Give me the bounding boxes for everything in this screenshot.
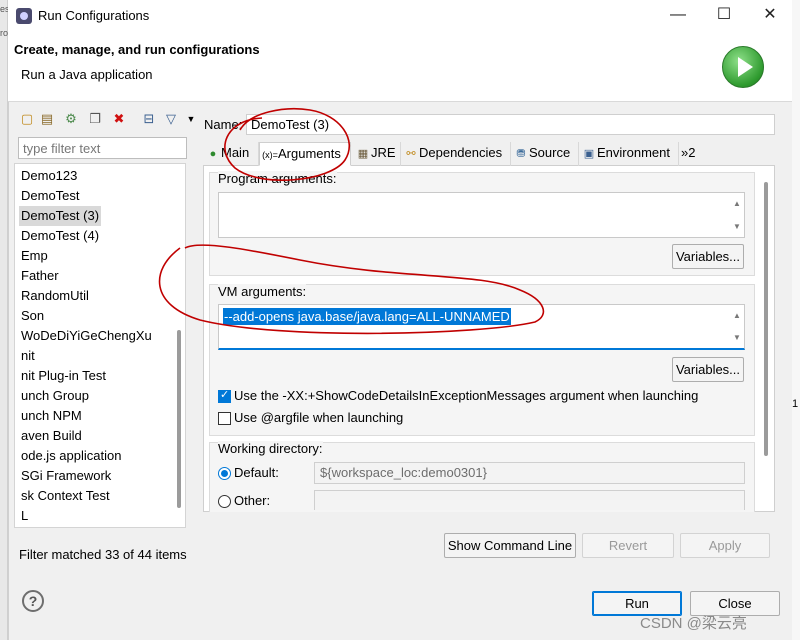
tree-item[interactable]: ode.js application bbox=[21, 446, 121, 466]
tab-label: »2 bbox=[681, 145, 696, 160]
argfile-checkbox-label: Use @argfile when launching bbox=[234, 410, 404, 425]
filter-icon[interactable]: ▽ bbox=[162, 110, 180, 128]
config-tree: Demo123 DemoTest DemoTest (3) DemoTest (4) E… bbox=[14, 163, 186, 528]
maximize-button[interactable]: ☐ bbox=[701, 0, 747, 32]
tree-item[interactable]: sk Context Test bbox=[21, 486, 110, 506]
dependencies-icon: ⚯ bbox=[406, 148, 416, 160]
tab-source[interactable]: ⛃ Source bbox=[511, 142, 579, 166]
name-label: Name: bbox=[204, 117, 243, 132]
other-dir-radio[interactable] bbox=[218, 495, 231, 508]
vm-arguments-scrollbar[interactable]: ▲ ▼ bbox=[730, 305, 744, 348]
default-dir-radio[interactable] bbox=[218, 467, 231, 480]
name-input[interactable]: DemoTest (3) bbox=[246, 114, 775, 135]
background-window-strip: es ro bbox=[0, 0, 10, 640]
duplicate-icon[interactable]: ❐ bbox=[86, 110, 104, 128]
window-title: Run Configurations bbox=[38, 8, 150, 23]
showcode-checkbox-label: Use the -XX:+ShowCodeDetailsInExceptionM… bbox=[234, 388, 699, 403]
vm-arguments-label: VM arguments: bbox=[218, 284, 307, 299]
new-prototype-icon[interactable]: ▤ bbox=[38, 110, 56, 128]
program-variables-button[interactable]: Variables... bbox=[672, 244, 744, 269]
program-arguments-label: Program arguments: bbox=[218, 171, 337, 186]
tree-item[interactable]: Demo123 bbox=[21, 166, 77, 186]
program-arguments-scrollbar[interactable]: ▲ ▼ bbox=[730, 193, 744, 237]
tab-label: Environment bbox=[597, 145, 670, 160]
arguments-icon: (x)= bbox=[262, 150, 278, 160]
new-config-icon[interactable]: ▢ bbox=[18, 110, 36, 128]
tab-label: Arguments bbox=[278, 146, 341, 161]
config-list-toolbar: ▢ ▤ ⚙ ❐ ✖ ⊟ ▽ ▼ bbox=[16, 110, 196, 130]
tab-environment[interactable]: ▣ Environment bbox=[579, 142, 679, 166]
tree-item[interactable]: SGi Framework bbox=[21, 466, 111, 486]
program-arguments-textarea[interactable]: ▲ ▼ bbox=[218, 192, 745, 238]
main-icon: ● bbox=[209, 148, 217, 160]
tab-label: Source bbox=[529, 145, 571, 160]
close-window-button[interactable]: ✕ bbox=[747, 0, 793, 32]
tab-label: Dependencies bbox=[419, 145, 503, 160]
eclipse-icon bbox=[16, 8, 32, 24]
jre-icon: ▦ bbox=[357, 148, 369, 160]
background-text: 1 bbox=[792, 398, 799, 410]
background-text: ro bbox=[0, 28, 9, 38]
tab-main[interactable]: ● Main bbox=[203, 142, 259, 166]
tab-arguments[interactable]: (x)=Arguments bbox=[259, 142, 351, 166]
environment-icon: ▣ bbox=[583, 148, 595, 160]
tree-item[interactable]: L bbox=[21, 506, 28, 526]
vm-variables-button[interactable]: Variables... bbox=[672, 357, 744, 382]
other-dir-label: Other: bbox=[234, 493, 271, 508]
show-command-line-button[interactable]: Show Command Line bbox=[444, 533, 576, 558]
watermark: CSDN @梁云亮 bbox=[640, 615, 747, 632]
tree-item[interactable]: nit bbox=[21, 346, 35, 366]
tab-label: JRE bbox=[371, 145, 396, 160]
showcode-checkbox[interactable] bbox=[218, 388, 231, 403]
background-window-strip-right: 1 bbox=[792, 0, 800, 640]
tree-item[interactable]: Father bbox=[21, 266, 59, 286]
header-title: Create, manage, and run configurations bbox=[14, 42, 260, 57]
working-directory-label: Working directory: bbox=[218, 441, 323, 456]
tab-jre[interactable]: ▦ JRE bbox=[353, 142, 401, 166]
filter-status: Filter matched 33 of 44 items bbox=[19, 547, 187, 562]
tree-item[interactable]: nit Plug-in Test bbox=[21, 366, 106, 386]
tree-item[interactable]: RandomUtil bbox=[21, 286, 89, 306]
tree-item[interactable]: DemoTest bbox=[21, 186, 80, 206]
tree-item[interactable]: DemoTest (4) bbox=[21, 226, 99, 246]
source-icon: ⛃ bbox=[516, 148, 526, 160]
default-dir-label: Default: bbox=[234, 465, 279, 480]
dropdown-arrow-icon[interactable]: ▼ bbox=[182, 110, 200, 128]
export-icon[interactable]: ⚙ bbox=[62, 110, 80, 128]
tab-label: Main bbox=[221, 145, 250, 160]
default-dir-field: ${workspace_loc:demo0301} bbox=[314, 462, 745, 484]
revert-button[interactable]: Revert bbox=[582, 533, 674, 558]
vm-arguments-value[interactable]: --add-opens java.base/java.lang=ALL-UNNA… bbox=[223, 308, 511, 325]
tab-overflow[interactable]: »2 bbox=[679, 142, 703, 166]
tree-item[interactable]: DemoTest (3) bbox=[19, 206, 102, 226]
argfile-checkbox[interactable] bbox=[218, 412, 231, 425]
content-scrollbar[interactable] bbox=[764, 182, 768, 456]
tree-item[interactable]: unch Group bbox=[21, 386, 89, 406]
filter-input[interactable] bbox=[18, 137, 187, 159]
header-subtitle: Run a Java application bbox=[21, 67, 153, 82]
vm-arguments-textarea[interactable]: --add-opens java.base/java.lang=ALL-UNNA… bbox=[218, 304, 745, 350]
delete-icon[interactable]: ✖ bbox=[110, 110, 128, 128]
collapse-all-icon[interactable]: ⊟ bbox=[140, 110, 158, 128]
tree-item[interactable]: unch NPM bbox=[21, 406, 82, 426]
tree-item[interactable]: aven Build bbox=[21, 426, 82, 446]
arguments-tab-content: Program arguments: ▲ ▼ Variables... VM ar… bbox=[203, 166, 775, 512]
minimize-button[interactable]: — bbox=[655, 0, 701, 32]
tree-item[interactable]: WoDeDiYiGeChengXu bbox=[21, 326, 152, 346]
tree-scrollbar[interactable] bbox=[177, 330, 181, 508]
tree-item[interactable]: Emp bbox=[21, 246, 48, 266]
run-banner-icon bbox=[722, 46, 764, 88]
help-icon[interactable]: ? bbox=[22, 590, 44, 612]
tree-item[interactable]: Son bbox=[21, 306, 44, 326]
tab-dependencies[interactable]: ⚯ Dependencies bbox=[401, 142, 511, 166]
apply-button[interactable]: Apply bbox=[680, 533, 770, 558]
other-dir-field[interactable] bbox=[314, 490, 745, 510]
config-tabs: ● Main (x)=Arguments ▦ JRE ⚯ Dependencies ⛃… bbox=[203, 142, 775, 166]
